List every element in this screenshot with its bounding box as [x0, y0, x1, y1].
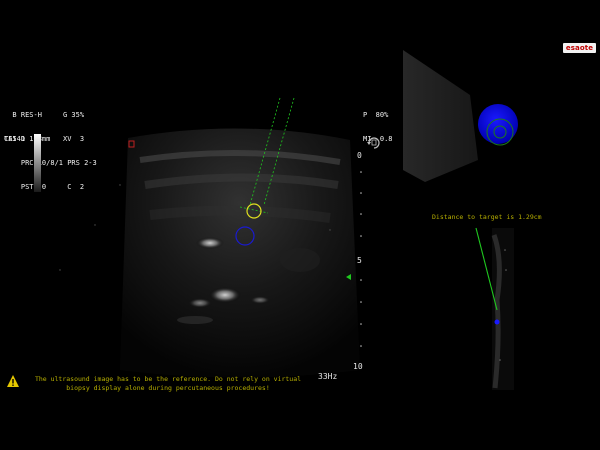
distance-to-target: Distance to target is 1.29cm [432, 213, 542, 221]
param-line-3: PRC 10/8/1 PRS 2-3 [4, 159, 97, 167]
depth-label-5: 5 [357, 256, 362, 265]
needle-path-view [475, 227, 514, 390]
esaote-logo: esaote [563, 43, 596, 53]
depth-label-10: 10 [353, 362, 363, 371]
param-line-1: B RES-H G 35% [4, 111, 85, 119]
rotate-icon[interactable] [366, 136, 382, 150]
depth-label-0: 0 [357, 151, 362, 160]
imaging-parameters: B RES-H G 35% TEI D 108mm XV 3 PRC 10/8/… [4, 95, 97, 199]
param-line-4: PST 0 C 2 [4, 183, 85, 191]
virtual-navigation-view [403, 50, 518, 182]
power-value: P 80% [363, 111, 389, 119]
warning-triangle-icon [7, 375, 19, 387]
b-mode-sector [120, 128, 360, 378]
frame-rate: 33Hz [318, 372, 338, 381]
probe-label: CA541 [4, 135, 26, 143]
grayscale-bar [34, 134, 41, 192]
warning-message: The ultrasound image has to be the refer… [34, 375, 302, 392]
